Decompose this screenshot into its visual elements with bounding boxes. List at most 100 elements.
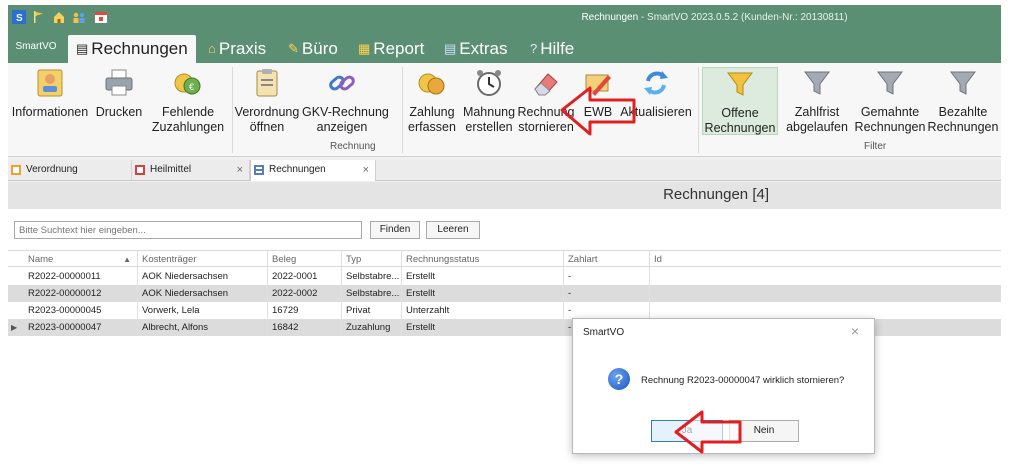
cell-kostentraeger: AOK Niedersachsen (138, 285, 268, 302)
printer-icon (105, 69, 133, 96)
invoice-icon: ▤ (76, 41, 89, 56)
cell-typ: Selbstabre... (342, 285, 402, 302)
refresh-icon (644, 71, 668, 95)
filter-funnel-icon (804, 71, 830, 95)
table-row[interactable]: R2023-00000045 Vorwerk, Lela 16729 Priva… (8, 302, 1001, 319)
grid-header-row: Name ▲ Kostenträger Beleg Typ Rechnungsst… (8, 250, 1001, 268)
dialog-title: SmartVO (583, 327, 625, 338)
link-icon (329, 75, 355, 91)
title-bar: S Rechnungen - SmartVO 2023.0.5.2 (Kunde… (8, 5, 1001, 31)
column-header-beleg[interactable]: Beleg (268, 251, 342, 268)
filter-funnel-icon (950, 71, 976, 95)
cell-kostentraeger: Vorwerk, Lela (138, 302, 268, 319)
cell-id (650, 285, 1001, 302)
cell-typ: Zuzahlung (342, 319, 402, 336)
edit-pen-icon (585, 74, 611, 96)
gemahnte-rechnungen-button[interactable]: Gemahnte Rechnungen (854, 67, 926, 135)
cell-zahlart: - (564, 285, 650, 302)
window-title: Rechnungen - SmartVO 2023.0.5.2 (Kunden-… (581, 12, 848, 23)
rechnung-stornieren-button[interactable]: Rechnung stornieren (516, 67, 576, 135)
clear-button[interactable]: Leeren (426, 221, 480, 239)
gkv-rechnung-anzeigen-button[interactable]: GKV-Rechnung anzeigen (302, 67, 389, 135)
bezahlte-rechnungen-button[interactable]: Bezahlte Rechnungen (926, 67, 1000, 135)
tab-report[interactable]: ▦ Report (350, 35, 432, 63)
coins-icon: € (174, 73, 201, 95)
column-header-rechnungsstatus[interactable]: Rechnungsstatus (402, 251, 564, 268)
cell-zahlart: - (564, 302, 650, 319)
cell-beleg: 16729 (268, 302, 342, 319)
cell-status: Erstellt (402, 285, 564, 302)
doc-tab-verordnung[interactable]: Verordnung (8, 160, 132, 181)
extras-icon: ▤ (444, 41, 457, 56)
column-header-name[interactable]: Name ▲ (24, 251, 138, 268)
tab-praxis[interactable]: ⌂ Praxis (200, 35, 274, 63)
help-icon: ? (530, 41, 538, 56)
zahlung-erfassen-button[interactable]: Zahlung erfassen (404, 67, 460, 135)
ewb-button[interactable]: EWB (580, 67, 616, 120)
cell-typ: Privat (342, 302, 402, 319)
fehlende-zuzahlungen-button[interactable]: € Fehlende Zuzahlungen (146, 67, 230, 135)
aktualisieren-button[interactable]: Aktualisieren (618, 67, 694, 120)
filter-funnel-icon (877, 71, 903, 95)
verordnung-oeffnen-button[interactable]: Verordnung öffnen (234, 67, 300, 135)
table-row[interactable]: R2022-00000012 AOK Niedersachsen 2022-00… (8, 285, 1001, 302)
report-icon: ▦ (358, 41, 371, 56)
close-icon[interactable]: × (363, 160, 369, 180)
find-button[interactable]: Finden (370, 221, 420, 239)
yes-button[interactable]: Ja (651, 420, 723, 442)
app-menu-button[interactable]: SmartVO (8, 31, 64, 63)
question-icon: ? (608, 368, 630, 390)
remedy-icon (135, 165, 145, 175)
ribbon-separator (402, 67, 403, 153)
dialog-message: Rechnung R2023-00000047 wirklich stornie… (641, 375, 845, 386)
offene-rechnungen-button[interactable]: Offene Rechnungen (702, 67, 778, 135)
cell-typ: Selbstabre... (342, 268, 402, 285)
column-header-zahlart[interactable]: Zahlart (564, 251, 650, 268)
confirm-dialog: SmartVO × ? Rechnung R2023-00000047 wirk… (572, 318, 875, 454)
office-icon: ✎ (288, 41, 299, 56)
column-header-typ[interactable]: Typ (342, 251, 402, 268)
cell-kostentraeger: AOK Niedersachsen (138, 268, 268, 285)
info-card-icon (37, 69, 63, 97)
invoice-icon (254, 165, 264, 175)
tab-buero[interactable]: ✎ Büro (280, 35, 346, 63)
doc-tab-heilmittel[interactable]: Heilmittel × (132, 160, 250, 181)
column-header-id[interactable]: Id (650, 251, 1001, 268)
content-header: Rechnungen [4] (8, 182, 1001, 209)
cell-status: Erstellt (402, 268, 564, 285)
document-tab-bar: Verordnung Heilmittel × Rechnungen × (8, 160, 1001, 181)
mahnung-erstellen-button[interactable]: Mahnung erstellen (460, 67, 518, 135)
cell-name: R2022-00000012 (24, 285, 138, 302)
cell-id (650, 302, 1001, 319)
close-icon[interactable]: × (237, 160, 243, 180)
cell-beleg: 2022-0001 (268, 268, 342, 285)
ribbon: Informationen Drucken € Fehlende Zuzahlun… (8, 63, 1001, 157)
column-header-kostentraeger[interactable]: Kostenträger (138, 251, 268, 268)
zahlfrist-abgelaufen-button[interactable]: Zahlfrist abgelaufen (780, 67, 854, 135)
sort-ascending-icon: ▲ (123, 255, 131, 264)
close-icon[interactable]: × (851, 323, 859, 339)
doc-tab-rechnungen[interactable]: Rechnungen × (250, 160, 376, 181)
cell-beleg: 2022-0002 (268, 285, 342, 302)
no-button[interactable]: Nein (729, 420, 799, 442)
eraser-icon (534, 73, 558, 96)
cell-name: R2023-00000047 (24, 319, 138, 336)
ribbon-separator (698, 67, 699, 153)
cell-beleg: 16842 (268, 319, 342, 336)
tab-rechnungen[interactable]: ▤ Rechnungen (68, 35, 196, 63)
ribbon-separator (232, 67, 233, 153)
coins-icon (418, 73, 445, 95)
prescription-icon (11, 165, 21, 175)
search-input[interactable] (14, 221, 362, 239)
informationen-button[interactable]: Informationen (8, 67, 92, 120)
tab-hilfe[interactable]: ? Hilfe (522, 35, 582, 63)
tab-extras[interactable]: ▤ Extras (436, 35, 515, 63)
group-label-filter: Filter (864, 141, 887, 152)
clipboard-icon (256, 69, 278, 97)
cell-kostentraeger: Albrecht, Alfons (138, 319, 268, 336)
cell-status: Unterzahlt (402, 302, 564, 319)
cell-id (650, 268, 1001, 285)
ribbon-tab-row: SmartVO ▤ Rechnungen ⌂ Praxis ✎ Büro ▦ Repor… (8, 31, 1001, 63)
table-row[interactable]: R2022-00000011 AOK Niedersachsen 2022-00… (8, 268, 1001, 285)
drucken-button[interactable]: Drucken (94, 67, 144, 120)
